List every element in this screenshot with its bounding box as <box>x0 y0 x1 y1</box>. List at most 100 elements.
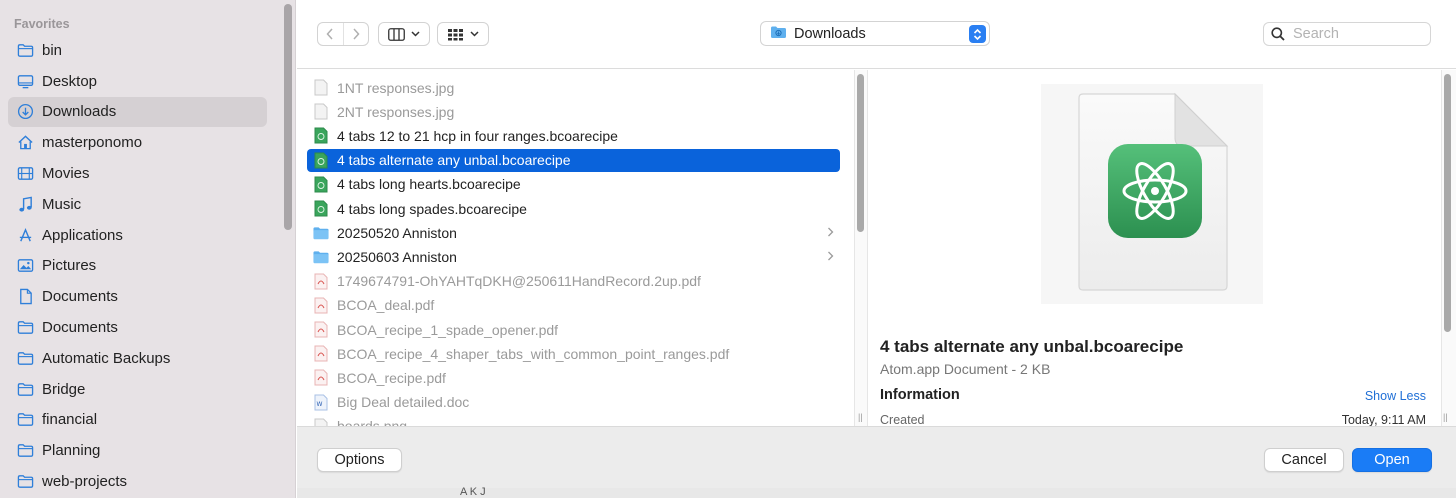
sidebar-item-label: Automatic Backups <box>42 349 171 367</box>
movies-icon <box>16 165 34 183</box>
cancel-button[interactable]: Cancel <box>1264 448 1344 472</box>
pdf-file-icon <box>313 321 329 339</box>
file-name: BCOA_recipe.pdf <box>337 369 446 386</box>
home-icon <box>16 134 34 152</box>
file-name: Big Deal detailed.doc <box>337 394 470 411</box>
file-name: 4 tabs 12 to 21 hcp in four ranges.bcoar… <box>337 127 618 144</box>
file-row[interactable]: BCOA_recipe_1_spade_opener.pdf <box>307 318 840 341</box>
search-icon <box>1271 27 1285 41</box>
folder-icon <box>16 349 34 367</box>
column-resize-grip[interactable]: || <box>858 412 863 422</box>
options-button[interactable]: Options <box>317 448 402 472</box>
sidebar-item[interactable]: Movies <box>8 158 267 189</box>
folder-row[interactable]: 20250603 Anniston <box>307 245 840 268</box>
sidebar-item-label: Pictures <box>42 257 97 275</box>
chevron-right-icon <box>827 225 834 240</box>
sidebar-list: bin Desktop Downloads masterponomo Movies Mus… <box>8 35 267 497</box>
open-button[interactable]: Open <box>1352 448 1432 472</box>
sidebar-item[interactable]: Applications <box>8 220 267 251</box>
file-row[interactable]: 4 tabs 12 to 21 hcp in four ranges.bcoar… <box>307 124 840 147</box>
created-label: Created <box>880 413 925 426</box>
file-row[interactable]: 1749674791-OhYAHTqDKH@250611HandRecord.2… <box>307 270 840 293</box>
file-row[interactable]: 4 tabs long hearts.bcoarecipe <box>307 173 840 196</box>
nav-group <box>317 22 369 46</box>
folder-row[interactable]: 20250520 Anniston <box>307 221 840 244</box>
folder-icon <box>16 41 34 59</box>
created-value: Today, 9:11 AM <box>1341 413 1426 426</box>
atom-file-icon <box>313 127 329 145</box>
sidebar-scrollbar[interactable] <box>284 4 292 230</box>
file-row[interactable]: BCOA_recipe.pdf <box>307 366 840 389</box>
chevron-left-icon <box>326 28 333 40</box>
location-stepper[interactable] <box>969 25 986 43</box>
svg-text:W: W <box>317 401 323 408</box>
file-row[interactable]: BCOA_recipe_4_shaper_tabs_with_common_po… <box>307 342 840 365</box>
sidebar-item-label: web-projects <box>42 473 128 491</box>
file-row[interactable]: boards.png <box>307 415 840 426</box>
downloads-icon <box>16 103 34 121</box>
file-row[interactable]: BCOA_deal.pdf <box>307 294 840 317</box>
sidebar-item[interactable]: web-projects <box>8 466 267 497</box>
folder-icon <box>16 319 34 337</box>
sidebar-item-label: masterponomo <box>42 134 143 152</box>
sidebar-item[interactable]: Desktop <box>8 66 267 97</box>
file-row[interactable]: 4 tabs long spades.bcoarecipe <box>307 197 840 220</box>
sidebar-item[interactable]: Pictures <box>8 251 267 282</box>
sidebar-item-label: Bridge <box>42 380 86 398</box>
toolbar: Downloads <box>297 0 1456 69</box>
sidebar-item[interactable]: Documents <box>8 281 267 312</box>
file-row[interactable]: 4 tabs alternate any unbal.bcoarecipe <box>307 148 840 172</box>
sidebar-item[interactable]: Music <box>8 189 267 220</box>
sidebar-item[interactable]: bin <box>8 35 267 66</box>
sidebar-item[interactable]: Automatic Backups <box>8 343 267 374</box>
sidebar-item-label: Music <box>42 195 82 213</box>
folder-icon <box>16 473 34 491</box>
preview-resize-grip[interactable]: || <box>1443 412 1448 422</box>
file-name: 20250520 Anniston <box>337 224 457 241</box>
file-list-scrollbar[interactable] <box>857 74 864 232</box>
image-file-icon <box>313 79 329 97</box>
column-view-button[interactable] <box>378 22 430 46</box>
pictures-icon <box>16 257 34 275</box>
image-file-icon <box>313 417 329 426</box>
chevron-down-icon <box>470 31 479 37</box>
doc-file-icon: W <box>313 393 329 411</box>
folder-icon <box>16 411 34 429</box>
sidebar-item-label: Planning <box>42 442 101 460</box>
sidebar-item[interactable]: Documents <box>8 312 267 343</box>
file-row[interactable]: 1NT responses.jpg <box>307 76 840 99</box>
sidebar-item[interactable]: Downloads <box>8 96 267 128</box>
back-button[interactable] <box>318 23 343 45</box>
file-name: boards.png <box>337 418 407 426</box>
music-icon <box>16 195 34 213</box>
preview-pane: 4 tabs alternate any unbal.bcoarecipe At… <box>869 70 1441 426</box>
search-input[interactable] <box>1293 26 1423 42</box>
preview-info-heading: Information <box>880 387 960 403</box>
up-down-arrows-icon <box>973 28 982 40</box>
sidebar-item-label: Movies <box>42 165 90 183</box>
pdf-file-icon <box>313 369 329 387</box>
file-row[interactable]: 2NT responses.jpg <box>307 100 840 123</box>
preview-scrollbar[interactable] <box>1444 74 1451 332</box>
show-less-link[interactable]: Show Less <box>1365 389 1426 403</box>
file-row[interactable]: W Big Deal detailed.doc <box>307 391 840 414</box>
group-view-button[interactable] <box>437 22 489 46</box>
folder-icon <box>16 380 34 398</box>
pdf-file-icon <box>313 345 329 363</box>
sidebar-item[interactable]: financial <box>8 405 267 436</box>
grid-icon <box>448 28 463 40</box>
forward-button[interactable] <box>342 23 369 45</box>
sidebar-item-label: Documents <box>42 319 118 337</box>
desktop-icon <box>16 72 34 90</box>
location-popup[interactable]: Downloads <box>760 21 990 46</box>
folder-file-icon <box>313 224 329 242</box>
search-field[interactable] <box>1263 22 1431 46</box>
sidebar-item[interactable]: masterponomo <box>8 127 267 158</box>
file-name: BCOA_recipe_1_spade_opener.pdf <box>337 321 559 338</box>
file-list: 1NT responses.jpg 2NT responses.jpg 4 tabs… <box>297 70 854 426</box>
sidebar-item[interactable]: Bridge <box>8 374 267 405</box>
sidebar-item[interactable]: Planning <box>8 435 267 466</box>
folder-file-icon <box>313 248 329 266</box>
atom-document-icon <box>1078 92 1229 291</box>
image-file-icon <box>313 103 329 121</box>
